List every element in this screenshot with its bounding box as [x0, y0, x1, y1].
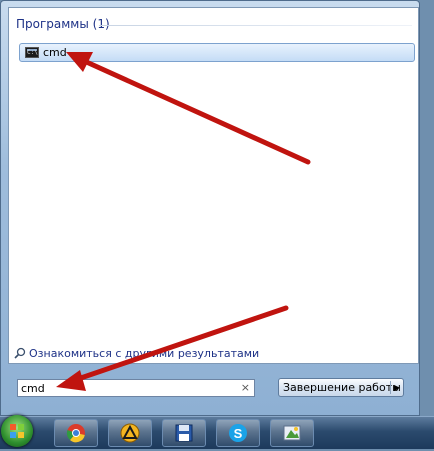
- paint-icon: [283, 425, 301, 441]
- see-more-label: Ознакомиться с другими результатами: [29, 347, 260, 360]
- windows-logo-icon: [10, 424, 24, 438]
- taskbar-daemon-tools[interactable]: [108, 419, 152, 447]
- search-box[interactable]: ×: [17, 379, 255, 397]
- shutdown-options-arrow-icon[interactable]: ▶: [394, 379, 400, 396]
- result-item-cmd[interactable]: C:\ cmd: [19, 43, 415, 62]
- shutdown-label: Завершение работы: [283, 381, 401, 394]
- result-item-label: cmd: [43, 46, 67, 59]
- taskbar-paint[interactable]: [270, 419, 314, 447]
- skype-icon: S: [229, 424, 247, 442]
- svg-text:S: S: [234, 426, 243, 441]
- shutdown-button[interactable]: Завершение работы ▶: [278, 378, 404, 397]
- shutdown-separator: [390, 381, 391, 394]
- clear-search-icon[interactable]: ×: [241, 381, 250, 395]
- search-input[interactable]: [18, 380, 236, 396]
- taskbar-floppy[interactable]: [162, 419, 206, 447]
- cmd-console-icon: C:\: [25, 47, 39, 58]
- daemon-tools-icon: [120, 423, 140, 443]
- magnifier-icon: [14, 347, 26, 359]
- taskbar-chrome[interactable]: [54, 419, 98, 447]
- start-orb[interactable]: [1, 415, 33, 447]
- start-menu-frame: Программы (1) C:\ cmd Ознакомиться с дру…: [0, 0, 420, 416]
- taskbar: S: [0, 415, 434, 449]
- programs-group-header: Программы (1): [16, 17, 110, 31]
- group-divider: [99, 25, 412, 26]
- taskbar-skype[interactable]: S: [216, 419, 260, 447]
- floppy-save-icon: [175, 424, 193, 442]
- search-results-panel: Программы (1) C:\ cmd: [8, 7, 419, 364]
- see-more-results-link[interactable]: Ознакомиться с другими результатами: [14, 347, 259, 360]
- chrome-icon: [66, 424, 85, 443]
